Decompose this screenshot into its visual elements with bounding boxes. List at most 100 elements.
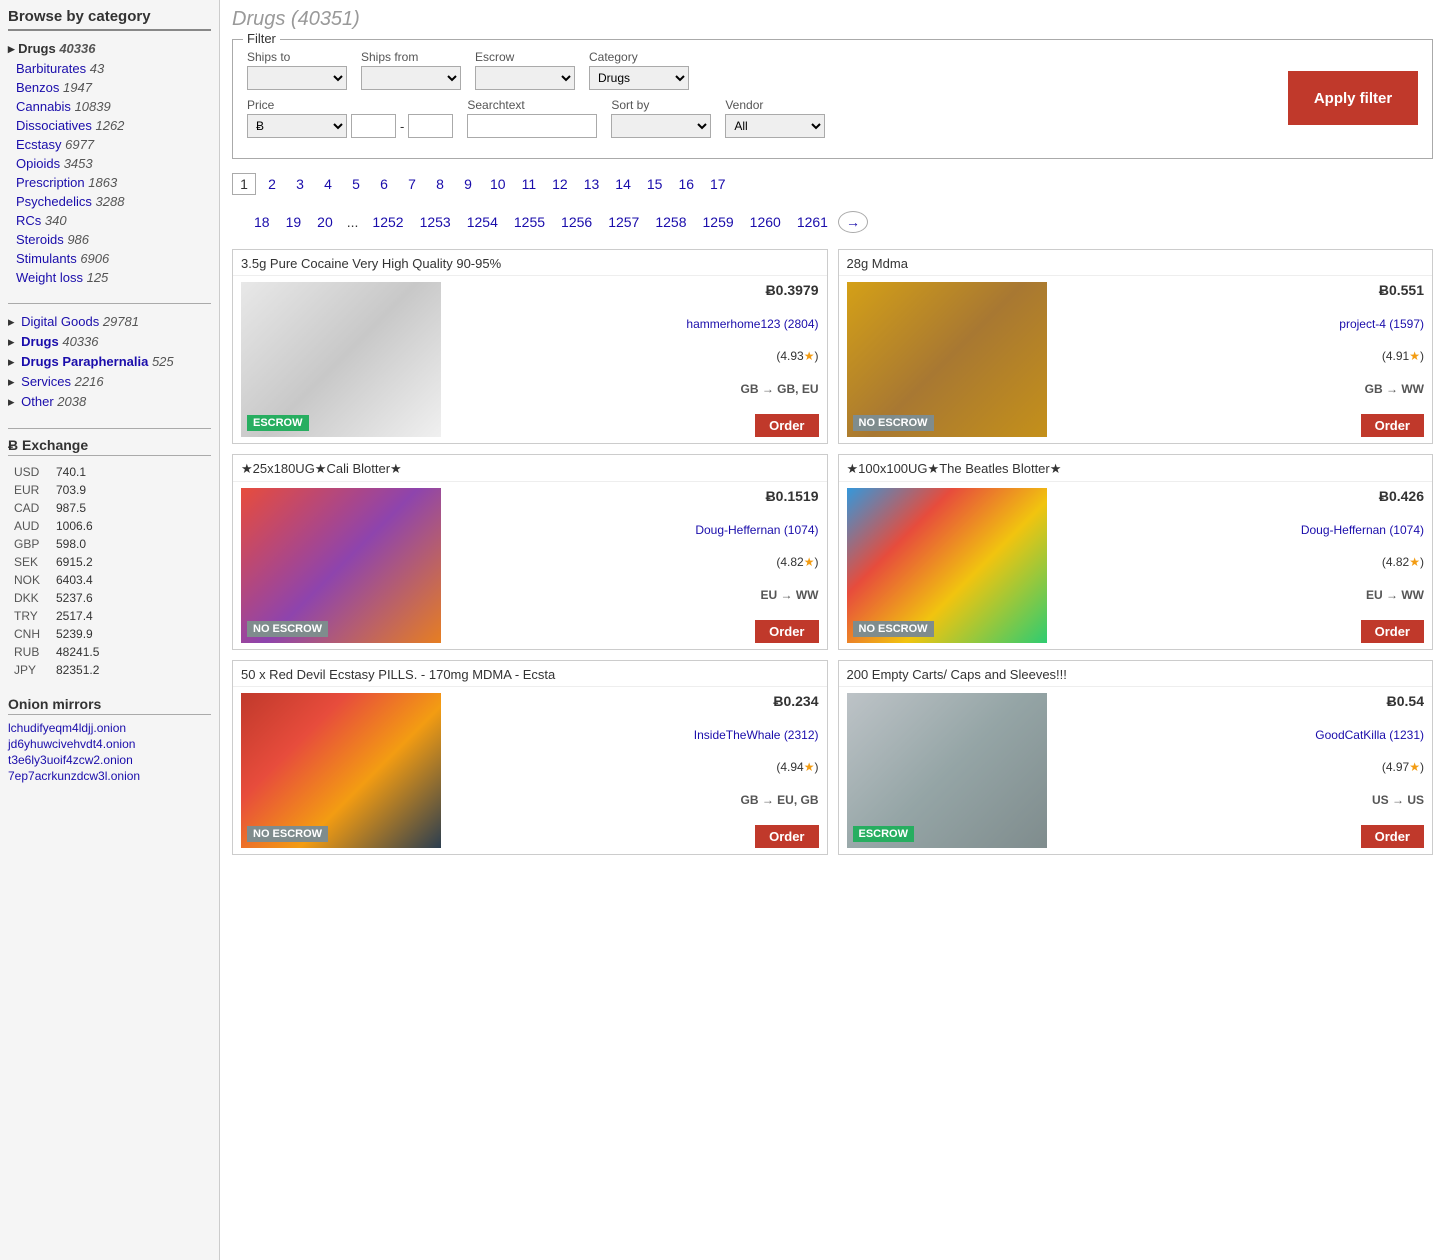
ships-to-select[interactable]: [247, 66, 347, 90]
sort-by-select[interactable]: [611, 114, 711, 138]
sidebar-category-steroids[interactable]: Steroids 986: [8, 230, 211, 249]
page-link-1261[interactable]: 1261: [791, 212, 834, 232]
ships-from-field: Ships from: [361, 50, 461, 90]
sidebar-category-cannabis[interactable]: Cannabis 10839: [8, 97, 211, 116]
sidebar-category-ecstasy[interactable]: Ecstasy 6977: [8, 135, 211, 154]
sidebar-main-cat-digital-goods[interactable]: ▸ Digital Goods 29781: [8, 312, 211, 332]
exchange-row-gbp: GBP598.0: [10, 536, 209, 552]
page-link-1254[interactable]: 1254: [461, 212, 504, 232]
sidebar-category-prescription[interactable]: Prescription 1863: [8, 173, 211, 192]
sidebar-category-dissociatives[interactable]: Dissociatives 1262: [8, 116, 211, 135]
page-link-18[interactable]: 18: [248, 212, 276, 232]
page-link-13[interactable]: 13: [578, 174, 606, 194]
page-link-15[interactable]: 15: [641, 174, 669, 194]
product-info-1: Ƀ0.551 project-4 (1597) (4.91★) GB → WW …: [1055, 282, 1425, 437]
sidebar-category-benzos[interactable]: Benzos 1947: [8, 78, 211, 97]
page-link-17[interactable]: 17: [704, 174, 732, 194]
exchange-row-dkk: DKK5237.6: [10, 590, 209, 606]
page-link-5[interactable]: 5: [344, 174, 368, 194]
order-button-4[interactable]: Order: [755, 825, 818, 848]
price-label: Price: [247, 98, 453, 112]
escrow-badge-5: ESCROW: [853, 826, 915, 842]
order-button-1[interactable]: Order: [1361, 414, 1424, 437]
vendor-select[interactable]: All: [725, 114, 825, 138]
sidebar-category-barbiturates[interactable]: Barbiturates 43: [8, 59, 211, 78]
page-link-1255[interactable]: 1255: [508, 212, 551, 232]
onion-link[interactable]: t3e6ly3uoif4zcw2.onion: [8, 753, 211, 767]
product-info-4: Ƀ0.234 InsideTheWhale (2312) (4.94★) GB …: [449, 693, 819, 848]
product-card-2: ★25x180UG★Cali Blotter★ NO ESCROW Ƀ0.151…: [232, 454, 828, 650]
order-button-3[interactable]: Order: [1361, 620, 1424, 643]
product-price-2: Ƀ0.1519: [766, 488, 819, 504]
product-vendor-2[interactable]: Doug-Heffernan (1074): [695, 523, 818, 537]
page-link-6[interactable]: 6: [372, 174, 396, 194]
page-link-4[interactable]: 4: [316, 174, 340, 194]
currency-value: 48241.5: [52, 644, 209, 660]
page-link-14[interactable]: 14: [609, 174, 637, 194]
product-vendor-4[interactable]: InsideTheWhale (2312): [694, 728, 819, 742]
exchange-row-cad: CAD987.5: [10, 500, 209, 516]
pagination-next-button[interactable]: →: [838, 211, 868, 233]
sidebar-category-rcs[interactable]: RCs 340: [8, 211, 211, 230]
page-link-20[interactable]: 20: [311, 212, 339, 232]
page-link-11[interactable]: 11: [516, 174, 543, 194]
product-rating-5: (4.97★): [1382, 760, 1424, 774]
sidebar-category-drugs[interactable]: ▸ Drugs 40336: [8, 39, 211, 59]
page-link-16[interactable]: 16: [672, 174, 700, 194]
price-min-input[interactable]: [351, 114, 396, 138]
product-info-0: Ƀ0.3979 hammerhome123 (2804) (4.93★) GB …: [449, 282, 819, 437]
page-link-19[interactable]: 19: [280, 212, 308, 232]
product-vendor-3[interactable]: Doug-Heffernan (1074): [1301, 523, 1424, 537]
product-vendor-0[interactable]: hammerhome123 (2804): [686, 317, 818, 331]
exchange-row-try: TRY2517.4: [10, 608, 209, 624]
category-select[interactable]: Drugs: [589, 66, 689, 90]
currency-label: JPY: [10, 662, 50, 678]
page-link-2[interactable]: 2: [260, 174, 284, 194]
sidebar-category-stimulants[interactable]: Stimulants 6906: [8, 249, 211, 268]
sidebar-main-cat-drugs[interactable]: ▸ Drugs 40336: [8, 332, 211, 352]
price-max-input[interactable]: [408, 114, 453, 138]
page-link-8[interactable]: 8: [428, 174, 452, 194]
page-link-1253[interactable]: 1253: [414, 212, 457, 232]
escrow-select[interactable]: [475, 66, 575, 90]
onion-link[interactable]: 7ep7acrkunzdcw3l.onion: [8, 769, 211, 783]
currency-value: 2517.4: [52, 608, 209, 624]
order-button-2[interactable]: Order: [755, 620, 818, 643]
order-button-5[interactable]: Order: [1361, 825, 1424, 848]
sidebar-category-weight-loss[interactable]: Weight loss 125: [8, 268, 211, 287]
apply-filter-button[interactable]: Apply filter: [1288, 71, 1418, 125]
page-link-9[interactable]: 9: [456, 174, 480, 194]
product-price-5: Ƀ0.54: [1387, 693, 1424, 709]
sidebar-main-cat-other[interactable]: ▸ Other 2038: [8, 392, 211, 412]
sidebar-category-opioids[interactable]: Opioids 3453: [8, 154, 211, 173]
page-link-3[interactable]: 3: [288, 174, 312, 194]
searchtext-input[interactable]: [467, 114, 597, 138]
price-currency-select[interactable]: Ƀ: [247, 114, 347, 138]
currency-value: 703.9: [52, 482, 209, 498]
page-link-12[interactable]: 12: [546, 174, 574, 194]
onion-link[interactable]: jd6yhuwcivehvdt4.onion: [8, 737, 211, 751]
ships-from-select[interactable]: [361, 66, 461, 90]
currency-label: RUB: [10, 644, 50, 660]
product-vendor-5[interactable]: GoodCatKilla (1231): [1315, 728, 1424, 742]
page-link-7[interactable]: 7: [400, 174, 424, 194]
product-price-4: Ƀ0.234: [773, 693, 818, 709]
product-vendor-1[interactable]: project-4 (1597): [1339, 317, 1424, 331]
order-button-0[interactable]: Order: [755, 414, 818, 437]
currency-label: SEK: [10, 554, 50, 570]
page-link-1258[interactable]: 1258: [649, 212, 692, 232]
page-link-1260[interactable]: 1260: [744, 212, 787, 232]
product-title-0: 3.5g Pure Cocaine Very High Quality 90-9…: [233, 250, 827, 276]
currency-value: 6915.2: [52, 554, 209, 570]
sidebar-main-cat-services[interactable]: ▸ Services 2216: [8, 372, 211, 392]
page-link-1252[interactable]: 1252: [366, 212, 409, 232]
page-link-1259[interactable]: 1259: [697, 212, 740, 232]
page-link-1256[interactable]: 1256: [555, 212, 598, 232]
sidebar-category-psychedelics[interactable]: Psychedelics 3288: [8, 192, 211, 211]
onion-link[interactable]: lchudifyeqm4ldjj.onion: [8, 721, 211, 735]
escrow-badge-0: ESCROW: [247, 415, 309, 431]
product-rating-4: (4.94★): [776, 760, 818, 774]
sidebar-main-cat-drugs-paraphernalia[interactable]: ▸ Drugs Paraphernalia 525: [8, 352, 211, 372]
page-link-1257[interactable]: 1257: [602, 212, 645, 232]
page-link-10[interactable]: 10: [484, 174, 512, 194]
